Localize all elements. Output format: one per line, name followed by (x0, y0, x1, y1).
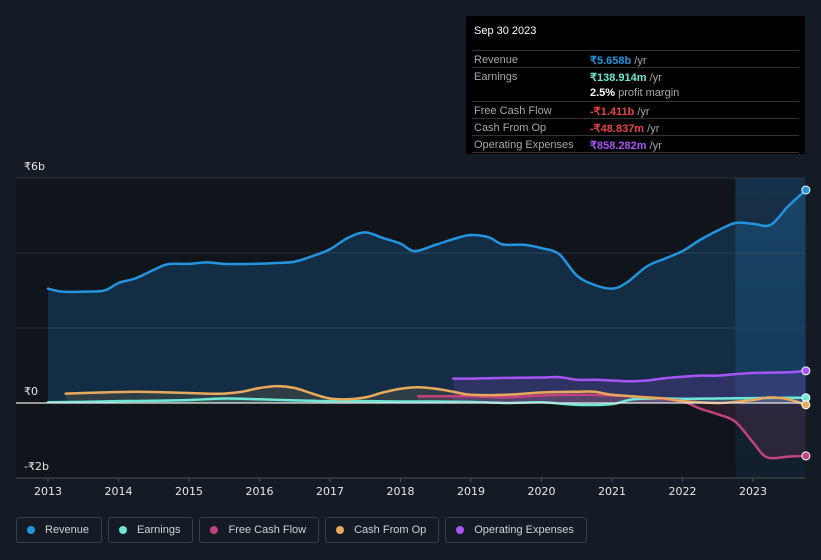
tooltip-value: 2.5% profit margin (590, 87, 680, 99)
legend-item-earnings[interactable]: Earnings (108, 517, 194, 543)
x-tick-label: 2016 (245, 485, 274, 498)
x-tick-label: 2014 (104, 485, 133, 498)
legend-label: Operating Expenses (474, 524, 574, 536)
x-tick-label: 2019 (457, 485, 485, 498)
y-tick-label: -₹2b (24, 460, 49, 473)
tooltip-label: Free Cash Flow (474, 105, 552, 117)
tooltip-row-cash-from-op: Cash From Op -₹48.837m /yr (472, 118, 799, 136)
tooltip-row-operating-expenses: Operating Expenses ₹858.282m /yr (472, 135, 799, 153)
legend-label: Cash From Op (354, 524, 427, 536)
chart-legend: Revenue Earnings Free Cash Flow Cash Fro… (16, 517, 587, 543)
legend-label: Earnings (137, 524, 181, 536)
end-marker-revenue (801, 185, 811, 195)
tooltip-value: ₹138.914m /yr (590, 72, 662, 84)
y-tick-label: ₹6b (24, 160, 45, 173)
tooltip-value: ₹858.282m /yr (590, 140, 662, 152)
legend-item-cash-from-op[interactable]: Cash From Op (325, 517, 440, 543)
x-tick-label: 2015 (175, 485, 203, 498)
legend-dot-icon (210, 526, 219, 534)
tooltip-row-free-cash-flow: Free Cash Flow -₹1.411b /yr (472, 101, 799, 119)
tooltip-row-revenue: Revenue ₹5.658b /yr (472, 50, 799, 68)
tooltip-label: Earnings (474, 71, 518, 83)
tooltip-value: -₹48.837m /yr (590, 123, 660, 135)
tooltip-panel: Sep 30 2023 Revenue ₹5.658b /yr Earnings… (466, 16, 805, 154)
tooltip-label: Cash From Op (474, 122, 547, 134)
tooltip-label: Operating Expenses (474, 139, 574, 151)
tooltip-row-earnings: Earnings ₹138.914m /yr (472, 67, 799, 85)
end-marker-cash-from-op (801, 400, 811, 410)
x-tick-label: 2017 (316, 485, 344, 498)
x-tick-label: 2013 (34, 485, 62, 498)
legend-item-revenue[interactable]: Revenue (16, 517, 103, 543)
legend-dot-icon (119, 526, 128, 534)
tooltip-row-profit-margin: 2.5% profit margin (472, 84, 799, 101)
x-axis (16, 477, 805, 482)
tooltip-value: ₹5.658b /yr (590, 55, 647, 67)
legend-label: Free Cash Flow (228, 524, 307, 536)
end-marker-free-cash-flow (801, 451, 811, 461)
legend-item-free-cash-flow[interactable]: Free Cash Flow (199, 517, 320, 543)
tooltip-label: Revenue (474, 54, 519, 66)
x-tick-label: 2022 (668, 485, 697, 498)
legend-dot-icon (336, 526, 345, 534)
legend-item-operating-expenses[interactable]: Operating Expenses (445, 517, 587, 543)
x-tick-label: 2021 (598, 485, 626, 498)
y-tick-label: ₹0 (24, 385, 38, 398)
legend-dot-icon (456, 526, 465, 534)
end-marker-operating-expenses (801, 366, 811, 376)
tooltip-value: -₹1.411b /yr (590, 106, 650, 118)
x-tick-label: 2018 (386, 485, 415, 498)
tooltip-date: Sep 30 2023 (474, 25, 537, 37)
x-tick-label: 2023 (739, 485, 767, 498)
x-tick-label: 2020 (527, 485, 556, 498)
legend-dot-icon (27, 526, 35, 534)
legend-label: Revenue (45, 524, 90, 536)
